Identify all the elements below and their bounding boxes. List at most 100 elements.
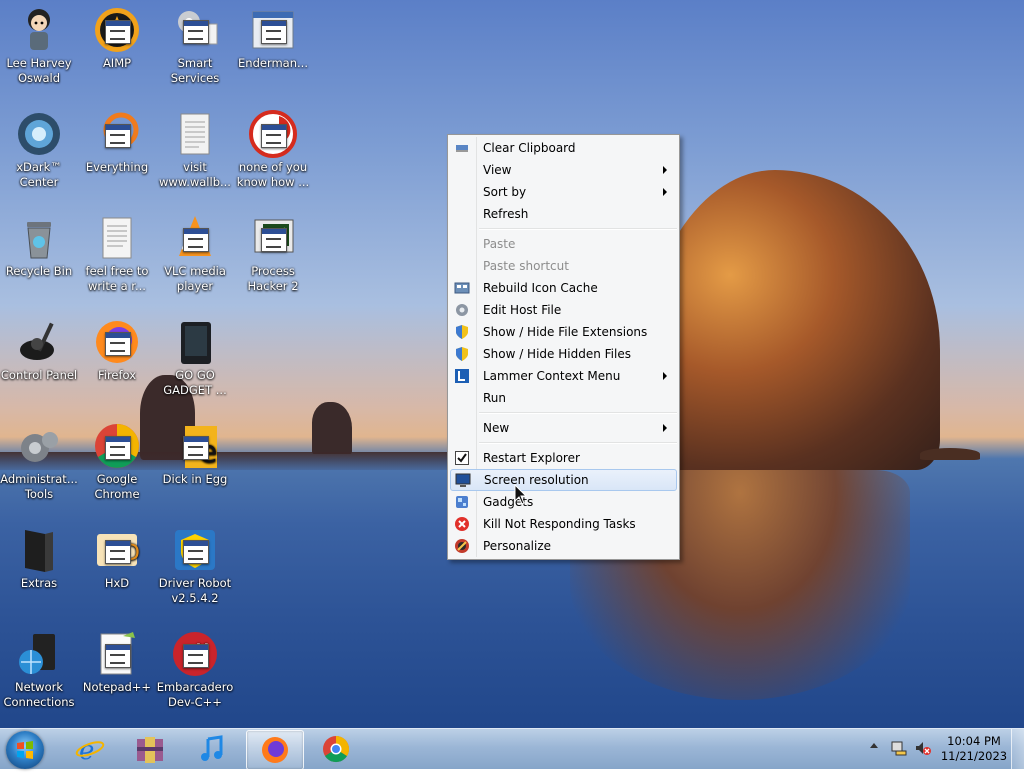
menu-item-label: Restart Explorer xyxy=(483,451,580,465)
menu-item-paste: Paste xyxy=(450,233,677,255)
desktop-icon-aimp[interactable]: AIMP xyxy=(78,0,156,71)
uac-shield-icon xyxy=(454,324,470,340)
menu-item-gadgets[interactable]: Gadgets xyxy=(450,491,677,513)
ie-icon: e xyxy=(75,735,105,766)
menu-separator xyxy=(479,442,677,444)
taskbar-item-archive-tool[interactable] xyxy=(122,730,178,768)
menu-item-sort-by[interactable]: Sort by xyxy=(450,181,677,203)
taskbar-item-firefox[interactable] xyxy=(246,730,304,770)
desktop-icon-feel-free[interactable]: feel free to write a r... xyxy=(78,208,156,294)
desktop-icon-hxd[interactable]: D HxD xyxy=(78,520,156,591)
menu-separator xyxy=(479,412,677,414)
menu-item-label: Edit Host File xyxy=(483,303,562,317)
menu-item-label: New xyxy=(483,421,510,435)
desktop-icon-embarcadero-devcpp[interactable]: V Embarcadero Dev-C++ xyxy=(156,624,234,710)
desktop-icon-vlc[interactable]: VLC media player xyxy=(156,208,234,294)
vlc-icon xyxy=(171,214,219,262)
menu-item-rebuild-icon-cache[interactable]: Rebuild Icon Cache xyxy=(450,277,677,299)
desktop-icon-notepad-plus[interactable]: Notepad++ xyxy=(78,624,156,695)
clock-date: 11/21/2023 xyxy=(940,749,1008,763)
desktop-icon-label: feel free to write a r... xyxy=(85,264,149,293)
desktop-icon-label: Dick in Egg xyxy=(162,472,228,486)
desktop-icon-smart-services[interactable]: Smart Services xyxy=(156,0,234,86)
menu-item-edit-host-file[interactable]: Edit Host File xyxy=(450,299,677,321)
show-hidden-icons-button[interactable] xyxy=(870,743,878,748)
hxd-icon: D xyxy=(93,526,141,574)
desktop-icon-extras[interactable]: Extras xyxy=(0,520,78,591)
desktop-icon-everything[interactable]: Everything xyxy=(78,104,156,175)
desktop-icon-label: Recycle Bin xyxy=(5,264,73,278)
search-app-icon xyxy=(93,110,141,158)
desktop-icon-control-panel[interactable]: Control Panel xyxy=(0,312,78,383)
desktop-icon-lee-harvey-oswald[interactable]: Lee Harvey Oswald xyxy=(0,0,78,86)
shield-installer-icon xyxy=(171,526,219,574)
desktop-icon-go-go-gadget[interactable]: GO GO GADGET ... xyxy=(156,312,234,398)
recycle-bin-icon xyxy=(15,214,63,262)
menu-item-run[interactable]: Run xyxy=(450,387,677,409)
desktop[interactable]: Lee Harvey Oswald xDark™ Center Recycle … xyxy=(0,0,1024,728)
desktop-icon-network-connections[interactable]: Network Connections xyxy=(0,624,78,710)
menu-item-personalize[interactable]: Personalize xyxy=(450,535,677,557)
desktop-icon-none-of-you[interactable]: none of you know how ... xyxy=(234,104,312,190)
desktop-icon-google-chrome[interactable]: Google Chrome xyxy=(78,416,156,502)
network-tray-icon[interactable] xyxy=(890,739,908,757)
taskbar-item-music-player[interactable] xyxy=(184,730,240,768)
chrome-icon xyxy=(93,422,141,470)
process-hacker-icon xyxy=(249,214,297,262)
clock-time: 10:04 PM xyxy=(947,734,1001,748)
desktop-icon-driver-robot[interactable]: Driver Robot v2.5.4.2 xyxy=(156,520,234,606)
menu-item-screen-resolution[interactable]: Screen resolution xyxy=(450,469,677,491)
volume-muted-icon[interactable] xyxy=(914,739,932,757)
control-panel-icon xyxy=(15,318,63,366)
submenu-arrow-icon xyxy=(663,188,667,196)
menu-item-new[interactable]: New xyxy=(450,417,677,439)
menu-item-lammer-context-menu[interactable]: Lammer Context Menu xyxy=(450,365,677,387)
menu-item-paste-shortcut: Paste shortcut xyxy=(450,255,677,277)
uac-shield-icon xyxy=(454,346,470,362)
wallpaper-rock xyxy=(640,170,940,470)
checkbox-icon xyxy=(454,450,470,466)
devcpp-icon: V xyxy=(171,630,219,678)
menu-item-view[interactable]: View xyxy=(450,159,677,181)
menu-item-label: Run xyxy=(483,391,507,405)
gadgets-icon xyxy=(454,494,470,510)
menu-item-clear-clipboard[interactable]: Clear Clipboard xyxy=(450,137,677,159)
menu-item-show-hide-file-extensions[interactable]: Show / Hide File Extensions xyxy=(450,321,677,343)
start-button[interactable] xyxy=(6,731,44,769)
window-app-icon xyxy=(249,6,297,54)
desktop-icon-xdark-center[interactable]: xDark™ Center xyxy=(0,104,78,190)
menu-item-restart-explorer[interactable]: Restart Explorer xyxy=(450,447,677,469)
menu-item-label: View xyxy=(483,163,512,177)
clipboard-icon xyxy=(454,140,470,156)
taskbar-item-chrome[interactable] xyxy=(308,730,364,768)
personalize-icon xyxy=(454,538,470,554)
menu-item-kill-not-responding-tasks[interactable]: Kill Not Responding Tasks xyxy=(450,513,677,535)
submenu-arrow-icon xyxy=(663,166,667,174)
menu-item-label: Clear Clipboard xyxy=(483,141,576,155)
system-clock[interactable]: 10:04 PM 11/21/2023 xyxy=(938,734,1010,764)
desktop-context-menu[interactable]: Clear Clipboard View Sort by Refresh Pas… xyxy=(447,134,680,560)
menu-item-refresh[interactable]: Refresh xyxy=(450,203,677,225)
desktop-icon-label: xDark™ Center xyxy=(16,160,62,189)
desktop-icon-firefox[interactable]: Firefox xyxy=(78,312,156,383)
show-desktop-button[interactable] xyxy=(1011,729,1024,769)
menu-item-show-hide-hidden-files[interactable]: Show / Hide Hidden Files xyxy=(450,343,677,365)
desktop-icon-admin-tools[interactable]: Administrat... Tools xyxy=(0,416,78,502)
wallpaper-sea-stack xyxy=(312,402,352,454)
document-icon xyxy=(171,110,219,158)
taskbar-item-internet-explorer[interactable]: e xyxy=(62,730,118,768)
desktop-icon-recycle-bin[interactable]: Recycle Bin xyxy=(0,208,78,279)
menu-item-label: Refresh xyxy=(483,207,529,221)
submenu-arrow-icon xyxy=(663,424,667,432)
desktop-icon-label: HxD xyxy=(104,576,130,590)
desktop-icon-dick-in-egg[interactable]: e Dick in Egg xyxy=(156,416,234,487)
desktop-icon-label: Control Panel xyxy=(0,368,78,382)
desktop-icon-visit-wallb[interactable]: visit www.wallb... xyxy=(156,104,234,190)
mouse-cursor-icon xyxy=(514,483,528,506)
desktop-icon-process-hacker[interactable]: Process Hacker 2 xyxy=(234,208,312,294)
firefox-icon xyxy=(93,318,141,366)
menu-item-label: Rebuild Icon Cache xyxy=(483,281,598,295)
menu-separator xyxy=(479,228,677,230)
desktop-icon-enderman[interactable]: Enderman... xyxy=(234,0,312,71)
svg-text:e: e xyxy=(79,736,94,763)
